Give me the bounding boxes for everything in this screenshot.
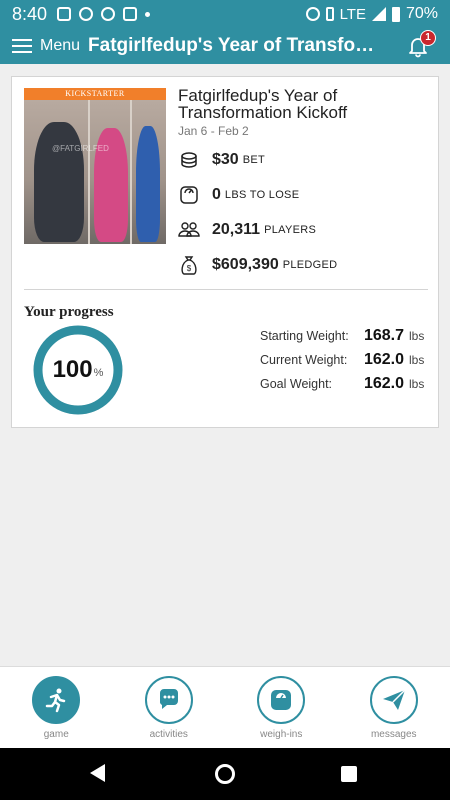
status-bar: 8:40 LTE 70% bbox=[0, 0, 450, 28]
progress-percent-unit: % bbox=[93, 367, 104, 379]
back-icon[interactable] bbox=[90, 764, 105, 782]
instagram-notification-icon bbox=[123, 7, 138, 21]
photo-divider bbox=[88, 100, 90, 244]
current-weight-label: Current Weight: bbox=[260, 353, 348, 367]
game-title: Fatgirlfedup's Year of Transformation Ki… bbox=[178, 86, 348, 122]
notifications-button[interactable]: 1 bbox=[406, 30, 436, 58]
pledged-value: $609,390 bbox=[212, 256, 279, 273]
system-nav-bar bbox=[0, 748, 450, 800]
game-image: KICKSTARTER @FATGIRLFED bbox=[24, 88, 166, 244]
chat-bubble-icon bbox=[159, 689, 178, 709]
goal-weight-value: 162.0 bbox=[363, 375, 404, 392]
current-weight-row: Current Weight: 162.0 lbs bbox=[260, 351, 426, 375]
weight-unit: lbs bbox=[409, 377, 425, 391]
clock: 8:40 bbox=[12, 3, 48, 24]
nav-weigh-ins-circle[interactable] bbox=[257, 676, 305, 724]
weight-unit: lbs bbox=[409, 329, 425, 343]
starting-weight-label: Starting Weight: bbox=[260, 329, 349, 343]
page-title: Fatgirlfedup's Year of Transformation Ki… bbox=[88, 35, 379, 56]
divider bbox=[24, 289, 428, 290]
progress-title: Your progress bbox=[24, 304, 114, 320]
progress-percent-value: 100 bbox=[52, 356, 93, 383]
home-icon[interactable] bbox=[215, 764, 235, 784]
pledged-label: PLEDGED bbox=[282, 259, 338, 271]
svg-text:$: $ bbox=[187, 264, 192, 273]
game-dates: Jan 6 - Feb 2 bbox=[178, 124, 249, 138]
weigh-in-scale-icon bbox=[271, 690, 291, 710]
stat-lbs-to-lose: 0 LBS TO LOSE bbox=[178, 184, 299, 206]
nav-messages-label[interactable]: messages bbox=[338, 729, 450, 740]
notification-badge: 1 bbox=[420, 30, 436, 46]
hamburger-menu-icon[interactable] bbox=[12, 39, 32, 53]
alarm-icon bbox=[305, 7, 320, 21]
nav-weigh-ins-label[interactable]: weigh-ins bbox=[225, 729, 338, 740]
more-notifications-icon bbox=[145, 11, 151, 17]
battery-level: 70% bbox=[405, 5, 438, 22]
signal-icon bbox=[371, 7, 386, 21]
photo-person bbox=[34, 122, 84, 242]
players-value: 20,311 bbox=[212, 221, 261, 238]
weights-summary: Starting Weight: 168.7 lbs Current Weigh… bbox=[260, 327, 426, 399]
nav-game[interactable]: game bbox=[0, 667, 113, 749]
paper-plane-icon bbox=[382, 689, 406, 710]
nav-game-label[interactable]: game bbox=[0, 729, 113, 740]
coins-icon bbox=[181, 152, 197, 168]
scale-icon bbox=[180, 186, 198, 204]
lbs-to-lose-value: 0 bbox=[212, 186, 221, 203]
progress-percent: 100 % bbox=[33, 325, 123, 415]
starting-weight-row: Starting Weight: 168.7 lbs bbox=[260, 327, 426, 351]
bet-label: BET bbox=[242, 154, 265, 166]
photo-watermark: @FATGIRLFED bbox=[52, 144, 109, 153]
network-type: LTE bbox=[339, 5, 366, 23]
kickstarter-banner: KICKSTARTER bbox=[24, 88, 166, 100]
viber-notification-icon bbox=[79, 7, 94, 21]
nav-game-circle[interactable] bbox=[32, 676, 80, 724]
vibrate-icon bbox=[325, 7, 334, 21]
players-label: PLAYERS bbox=[264, 224, 317, 236]
menu-button[interactable]: Menu bbox=[40, 37, 80, 55]
nav-activities[interactable]: activities bbox=[113, 667, 226, 749]
news-notification-icon bbox=[57, 7, 72, 21]
players-icon bbox=[178, 222, 200, 237]
stat-bet: $30 BET bbox=[178, 149, 265, 171]
nav-activities-circle[interactable] bbox=[144, 676, 193, 724]
weight-unit: lbs bbox=[409, 353, 425, 367]
nav-activities-label[interactable]: activities bbox=[113, 729, 226, 740]
nav-messages-circle[interactable] bbox=[369, 676, 418, 724]
photo-divider bbox=[130, 100, 132, 244]
stat-players: 20,311 PLAYERS bbox=[178, 219, 316, 241]
starting-weight-value: 168.7 bbox=[363, 327, 404, 344]
nav-messages[interactable]: messages bbox=[338, 667, 450, 749]
stat-pledged: $ $609,390 PLEDGED bbox=[178, 254, 337, 276]
bet-value: $30 bbox=[212, 151, 239, 168]
game-card[interactable]: KICKSTARTER @FATGIRLFED Fatgirlfedup's Y… bbox=[11, 76, 439, 428]
bottom-nav: game activities weigh-ins messages bbox=[0, 666, 450, 748]
nav-weigh-ins[interactable]: weigh-ins bbox=[225, 667, 338, 749]
lbs-to-lose-label: LBS TO LOSE bbox=[224, 189, 300, 201]
app-bar: Menu Fatgirlfedup's Year of Transformati… bbox=[0, 28, 450, 64]
photo-person bbox=[136, 126, 160, 242]
money-bag-icon: $ bbox=[181, 256, 197, 275]
current-weight-value: 162.0 bbox=[363, 351, 404, 368]
runner-icon bbox=[45, 688, 66, 713]
battery-icon bbox=[391, 6, 400, 22]
alarm-notification-icon bbox=[101, 7, 116, 21]
recent-apps-icon[interactable] bbox=[341, 766, 357, 782]
goal-weight-label: Goal Weight: bbox=[260, 377, 333, 391]
goal-weight-row: Goal Weight: 162.0 lbs bbox=[260, 375, 426, 399]
